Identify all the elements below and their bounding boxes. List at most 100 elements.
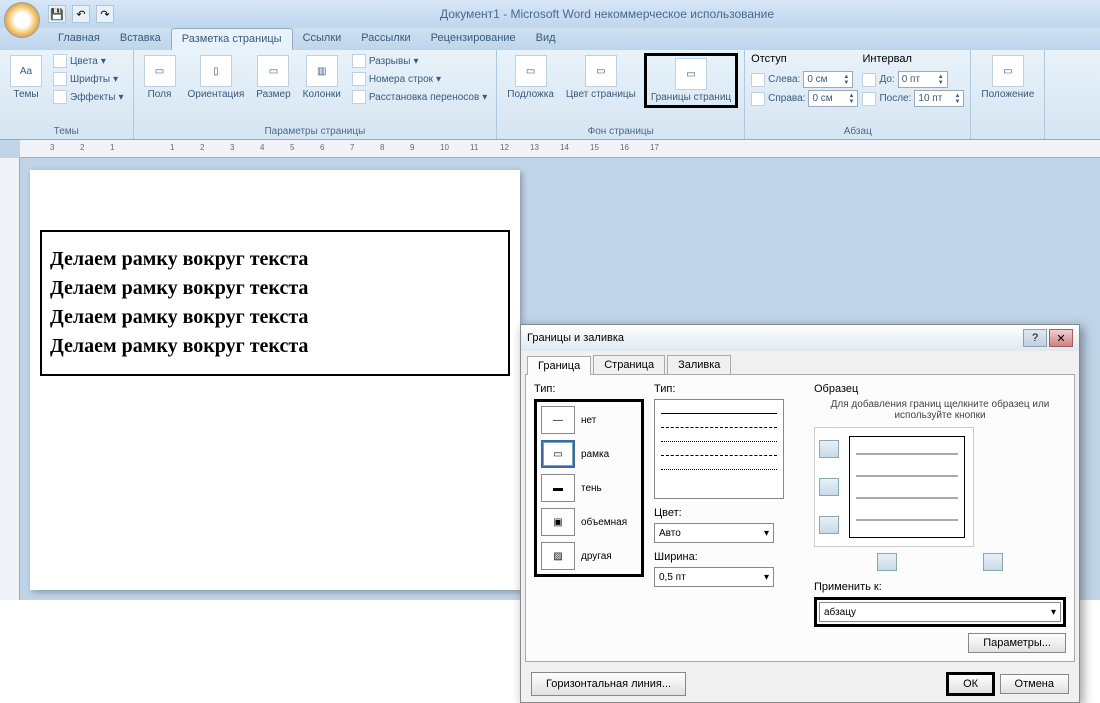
position-icon: ▭ <box>992 55 1024 87</box>
indent-right-input[interactable]: 0 см▲▼ <box>808 90 858 107</box>
title-bar: 💾 ↶ ↷ Документ1 - Microsoft Word некомме… <box>0 0 1100 28</box>
undo-button[interactable]: ↶ <box>72 5 90 23</box>
hyphen-icon <box>352 90 366 104</box>
save-button[interactable]: 💾 <box>48 5 66 23</box>
orientation-button[interactable]: ▯Ориентация <box>184 53 249 102</box>
columns-button[interactable]: ▥ Колонки <box>299 53 345 102</box>
color-combo[interactable]: Авто ▾ <box>654 523 774 543</box>
orientation-icon: ▯ <box>200 55 232 87</box>
page-borders-button[interactable]: ▭ Границы страниц <box>644 53 738 108</box>
line-numbers-button[interactable]: Номера строк ▾ <box>349 71 490 87</box>
columns-label: Колонки <box>303 89 341 100</box>
workspace: 321 123 456 789 101112 131415 1617 Делае… <box>0 140 1100 600</box>
watermark-button[interactable]: ▭Подложка <box>503 53 558 102</box>
cancel-button[interactable]: Отмена <box>1000 674 1069 694</box>
effects-icon <box>53 90 67 104</box>
type-box-label: рамка <box>581 449 609 460</box>
indent-left-input[interactable]: 0 см▲▼ <box>803 71 853 88</box>
dialog-tab-page[interactable]: Страница <box>593 355 665 374</box>
dialog-tab-border[interactable]: Граница <box>527 356 591 375</box>
fonts-button[interactable]: Шрифты ▾ <box>50 71 127 87</box>
tab-references[interactable]: Ссылки <box>293 28 352 50</box>
horizontal-line-button[interactable]: Горизонтальная линия... <box>531 672 686 696</box>
spinner-icon[interactable]: ▲▼ <box>954 93 960 105</box>
preview-label: Образец <box>814 383 1066 395</box>
style-listbox[interactable] <box>654 399 784 499</box>
border-bottom-toggle[interactable] <box>819 516 839 534</box>
type-3d[interactable]: ▣объемная <box>541 508 637 536</box>
lineno-icon <box>352 72 366 86</box>
chevron-down-icon: ▾ <box>764 528 769 539</box>
border-type-column: Тип: —нет ▭рамка ▬тень ▣объемная ▨другая <box>534 383 644 653</box>
spacing-before-label: До: <box>879 74 894 85</box>
colors-label: Цвета <box>70 56 98 67</box>
page-borders-icon: ▭ <box>675 58 707 90</box>
preview-box <box>814 427 974 547</box>
doc-line-4[interactable]: Делаем рамку вокруг текста <box>50 335 500 358</box>
group-paragraph: Отступ Слева:0 см▲▼ Справа:0 см▲▼ Интерв… <box>745 50 971 139</box>
spacing-after-input[interactable]: 10 пт▲▼ <box>914 90 964 107</box>
tab-home[interactable]: Главная <box>48 28 110 50</box>
breaks-icon <box>352 54 366 68</box>
indent-left-label: Слева: <box>768 74 800 85</box>
columns-icon: ▥ <box>306 55 338 87</box>
dialog-tab-fill[interactable]: Заливка <box>667 355 731 374</box>
document-page[interactable]: Делаем рамку вокруг текста Делаем рамку … <box>30 170 520 590</box>
themes-button[interactable]: Aa Темы <box>6 53 46 102</box>
type-custom[interactable]: ▨другая <box>541 542 637 570</box>
position-button[interactable]: ▭Положение <box>977 53 1038 102</box>
group-page-bg-label: Фон страницы <box>503 125 738 138</box>
border-left-toggle[interactable] <box>877 553 897 571</box>
tab-view[interactable]: Вид <box>526 28 566 50</box>
ribbon: Aa Темы Цвета ▾ Шрифты ▾ Эффекты ▾ Темы … <box>0 50 1100 140</box>
effects-button[interactable]: Эффекты ▾ <box>50 89 127 105</box>
breaks-button[interactable]: Разрывы ▾ <box>349 53 490 69</box>
border-right-toggle[interactable] <box>983 553 1003 571</box>
spinner-icon[interactable]: ▲▼ <box>843 74 849 86</box>
office-button[interactable] <box>4 2 40 38</box>
margins-button[interactable]: ▭Поля <box>140 53 180 102</box>
doc-line-1[interactable]: Делаем рамку вокруг текста <box>50 248 500 271</box>
page-borders-label: Границы страниц <box>651 92 731 103</box>
vertical-ruler[interactable] <box>0 158 20 600</box>
page-color-icon: ▭ <box>585 55 617 87</box>
type-custom-label: другая <box>581 551 612 562</box>
type-shadow[interactable]: ▬тень <box>541 474 637 502</box>
type-none-icon: — <box>541 406 575 434</box>
colors-button[interactable]: Цвета ▾ <box>50 53 127 69</box>
border-middle-toggle[interactable] <box>819 478 839 496</box>
doc-line-3[interactable]: Делаем рамку вокруг текста <box>50 306 500 329</box>
watermark-icon: ▭ <box>515 55 547 87</box>
preview-sample[interactable] <box>849 436 965 538</box>
spacing-before-icon <box>862 73 876 87</box>
spacing-before-input[interactable]: 0 пт▲▼ <box>898 71 948 88</box>
dialog-help-button[interactable]: ? <box>1023 329 1047 347</box>
doc-line-2[interactable]: Делаем рамку вокруг текста <box>50 277 500 300</box>
ok-button[interactable]: ОК <box>946 672 995 696</box>
type-none-label: нет <box>581 415 596 426</box>
spinner-icon[interactable]: ▲▼ <box>849 93 855 105</box>
apply-to-combo[interactable]: абзацу▾ <box>819 602 1061 622</box>
effects-label: Эффекты <box>70 92 115 103</box>
tab-review[interactable]: Рецензирование <box>421 28 526 50</box>
params-button[interactable]: Параметры... <box>968 633 1066 653</box>
redo-button[interactable]: ↷ <box>96 5 114 23</box>
border-top-toggle[interactable] <box>819 440 839 458</box>
style-label: Тип: <box>654 383 804 395</box>
size-button[interactable]: ▭Размер <box>252 53 294 102</box>
horizontal-ruler[interactable]: 321 123 456 789 101112 131415 1617 <box>20 140 1100 158</box>
spinner-icon[interactable]: ▲▼ <box>938 74 944 86</box>
type-box[interactable]: ▭рамка <box>541 440 637 468</box>
fonts-icon <box>53 72 67 86</box>
page-color-button[interactable]: ▭Цвет страницы <box>562 53 640 102</box>
quick-access-toolbar: 💾 ↶ ↷ <box>48 5 114 23</box>
tab-page-layout[interactable]: Разметка страницы <box>171 28 293 50</box>
dialog-title-bar[interactable]: Границы и заливка ? ✕ <box>521 325 1079 351</box>
type-none[interactable]: — нет <box>541 406 637 434</box>
width-combo[interactable]: 0,5 пт▾ <box>654 567 774 587</box>
dialog-close-button[interactable]: ✕ <box>1049 329 1073 347</box>
tab-mailings[interactable]: Рассылки <box>351 28 420 50</box>
color-value: Авто <box>659 528 681 539</box>
tab-insert[interactable]: Вставка <box>110 28 171 50</box>
hyphenation-button[interactable]: Расстановка переносов ▾ <box>349 89 490 105</box>
